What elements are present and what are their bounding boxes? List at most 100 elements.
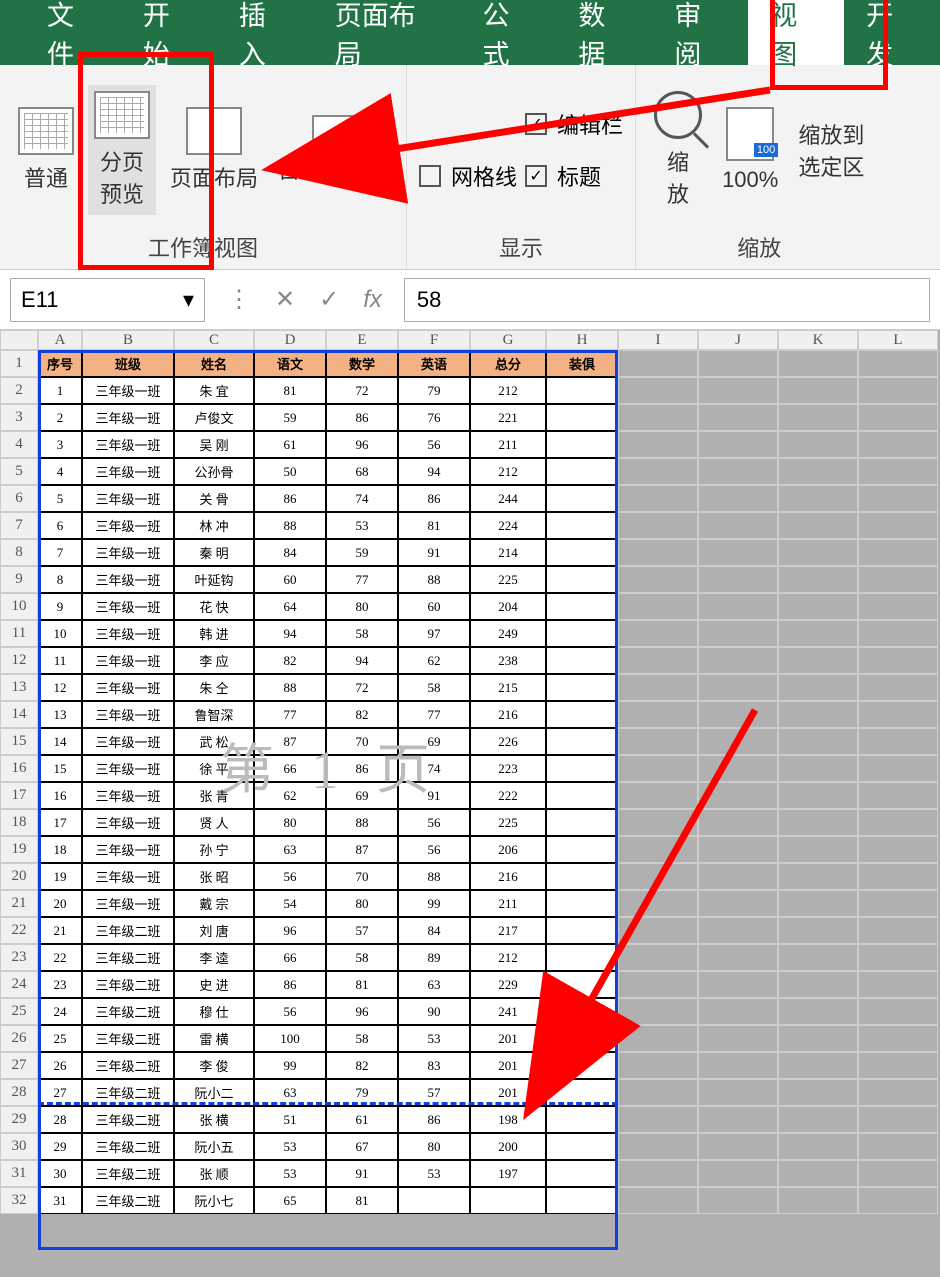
row-header-22[interactable]: 22 <box>0 917 38 944</box>
cell[interactable]: 74 <box>326 485 398 512</box>
cell[interactable] <box>618 620 698 647</box>
cell[interactable]: 215 <box>470 674 546 701</box>
cell[interactable]: 65 <box>254 1187 326 1214</box>
cell[interactable] <box>858 782 938 809</box>
cell[interactable] <box>698 1187 778 1214</box>
tab-layout[interactable]: 页面布局 <box>313 0 461 65</box>
cell[interactable] <box>618 836 698 863</box>
row-header-26[interactable]: 26 <box>0 1025 38 1052</box>
cell[interactable]: 58 <box>326 620 398 647</box>
col-header-G[interactable]: G <box>470 330 546 350</box>
cell[interactable] <box>778 1160 858 1187</box>
cell[interactable]: 花 快 <box>174 593 254 620</box>
cell[interactable]: 语文 <box>254 350 326 377</box>
cell[interactable] <box>778 971 858 998</box>
cell[interactable]: 26 <box>38 1052 82 1079</box>
cell[interactable] <box>618 458 698 485</box>
cell[interactable]: 61 <box>326 1106 398 1133</box>
cell[interactable]: 86 <box>326 755 398 782</box>
cell[interactable]: 223 <box>470 755 546 782</box>
cell[interactable] <box>698 620 778 647</box>
cell[interactable]: 15 <box>38 755 82 782</box>
cell[interactable]: 卢俊文 <box>174 404 254 431</box>
cell[interactable] <box>858 458 938 485</box>
cell[interactable] <box>698 971 778 998</box>
cell[interactable] <box>698 404 778 431</box>
cell[interactable] <box>698 674 778 701</box>
cell[interactable]: 史 进 <box>174 971 254 998</box>
cell[interactable] <box>778 431 858 458</box>
cell[interactable] <box>778 944 858 971</box>
cell[interactable]: 三年级二班 <box>82 1160 174 1187</box>
cell[interactable]: 69 <box>326 782 398 809</box>
tab-review[interactable]: 审阅 <box>652 0 748 65</box>
cell[interactable] <box>858 998 938 1025</box>
cell[interactable]: 80 <box>398 1133 470 1160</box>
col-header-J[interactable]: J <box>698 330 778 350</box>
cell[interactable]: 56 <box>398 431 470 458</box>
cell[interactable]: 三年级二班 <box>82 944 174 971</box>
cell[interactable]: 217 <box>470 917 546 944</box>
cell[interactable]: 28 <box>38 1106 82 1133</box>
cell[interactable] <box>778 890 858 917</box>
name-box[interactable]: E11 ▾ <box>10 278 205 322</box>
cell[interactable]: 三年级二班 <box>82 998 174 1025</box>
cell[interactable]: 100 <box>254 1025 326 1052</box>
cell[interactable]: 武 松 <box>174 728 254 755</box>
cell[interactable] <box>778 1106 858 1133</box>
cell[interactable] <box>698 701 778 728</box>
row-header-2[interactable]: 2 <box>0 377 38 404</box>
cell[interactable] <box>546 1133 618 1160</box>
cell[interactable]: 李 应 <box>174 647 254 674</box>
cell[interactable] <box>618 917 698 944</box>
cell[interactable] <box>618 566 698 593</box>
cell[interactable] <box>546 836 618 863</box>
row-header-13[interactable]: 13 <box>0 674 38 701</box>
cell[interactable]: 关 骨 <box>174 485 254 512</box>
cell[interactable] <box>618 782 698 809</box>
cell[interactable]: 23 <box>38 971 82 998</box>
cell[interactable]: 81 <box>398 512 470 539</box>
cell[interactable]: 212 <box>470 377 546 404</box>
cell[interactable]: 英语 <box>398 350 470 377</box>
cell[interactable]: 三年级一班 <box>82 566 174 593</box>
cell[interactable]: 87 <box>326 836 398 863</box>
cell[interactable] <box>546 755 618 782</box>
cell[interactable]: 27 <box>38 1079 82 1106</box>
cell[interactable]: 林 冲 <box>174 512 254 539</box>
cell[interactable]: 56 <box>254 998 326 1025</box>
cell[interactable] <box>546 1025 618 1052</box>
row-header-25[interactable]: 25 <box>0 998 38 1025</box>
cell[interactable] <box>858 404 938 431</box>
cell[interactable]: 56 <box>398 836 470 863</box>
row-header-17[interactable]: 17 <box>0 782 38 809</box>
cell[interactable]: 张 昭 <box>174 863 254 890</box>
cell[interactable] <box>858 701 938 728</box>
cell[interactable]: 70 <box>326 863 398 890</box>
cell[interactable]: 79 <box>326 1079 398 1106</box>
cell[interactable] <box>858 755 938 782</box>
cell[interactable]: 阮小七 <box>174 1187 254 1214</box>
cell[interactable]: 22 <box>38 944 82 971</box>
formula-input[interactable]: 58 <box>404 278 930 322</box>
cell[interactable]: 62 <box>254 782 326 809</box>
col-header-B[interactable]: B <box>82 330 174 350</box>
cell[interactable]: 212 <box>470 458 546 485</box>
cell[interactable] <box>618 593 698 620</box>
cell[interactable]: 80 <box>326 593 398 620</box>
cell[interactable]: 三年级二班 <box>82 1187 174 1214</box>
cell[interactable] <box>546 1160 618 1187</box>
zoom-100-button[interactable]: 100 100% <box>716 101 784 199</box>
cell[interactable]: 56 <box>398 809 470 836</box>
cell[interactable] <box>858 836 938 863</box>
cell[interactable] <box>778 1025 858 1052</box>
cell[interactable] <box>546 539 618 566</box>
cell[interactable] <box>858 890 938 917</box>
col-header-D[interactable]: D <box>254 330 326 350</box>
cell[interactable]: 91 <box>398 539 470 566</box>
row-header-3[interactable]: 3 <box>0 404 38 431</box>
cell[interactable]: 58 <box>326 1025 398 1052</box>
accept-icon[interactable]: ✓ <box>319 285 339 314</box>
cell[interactable] <box>698 1106 778 1133</box>
cell[interactable]: 29 <box>38 1133 82 1160</box>
